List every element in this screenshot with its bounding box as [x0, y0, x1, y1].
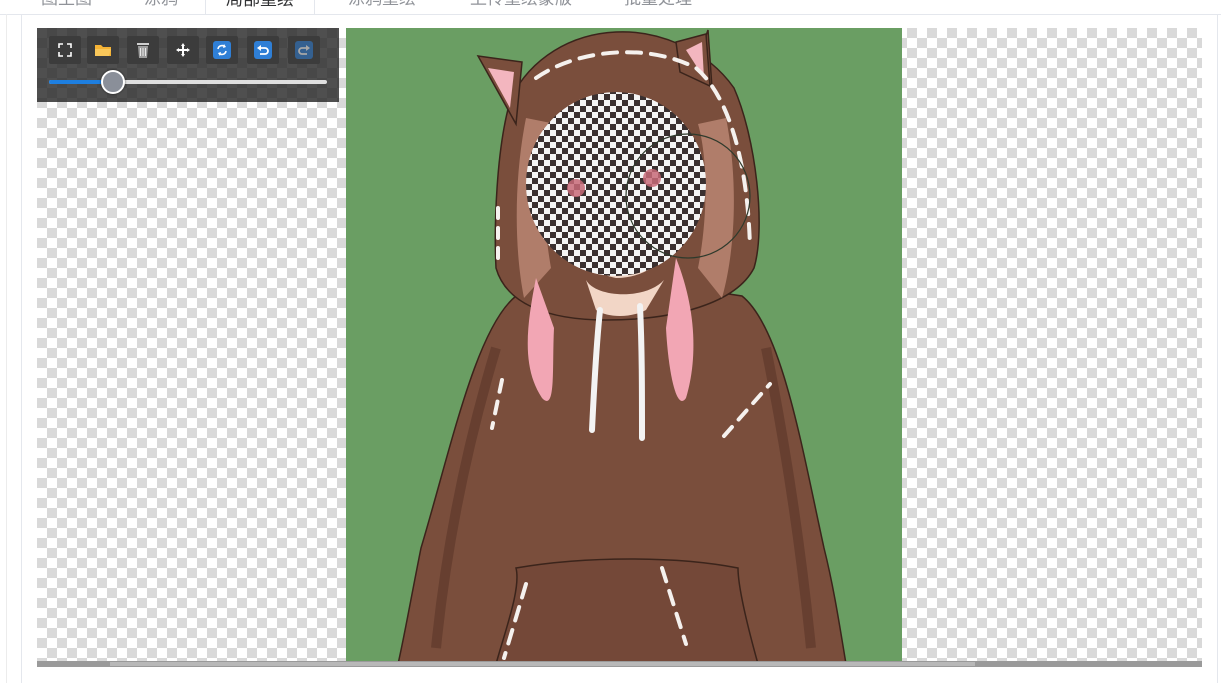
tab-img2img[interactable]: 图生图 — [21, 0, 112, 15]
tab-bar: 图生图 涂鸦 局部重绘 涂鸦重绘 上传重绘蒙版 批量处理 — [0, 0, 1221, 16]
tab-sketch[interactable]: 涂鸦 — [124, 0, 198, 15]
refresh-icon — [213, 41, 231, 59]
reset-button[interactable] — [206, 36, 238, 64]
clear-button[interactable] — [127, 36, 159, 64]
undo-icon — [254, 41, 272, 59]
redo-icon — [295, 41, 313, 59]
fullscreen-button[interactable] — [49, 36, 81, 64]
open-file-button[interactable] — [87, 36, 119, 64]
folder-icon — [95, 45, 111, 56]
horizontal-scrollbar[interactable] — [37, 661, 1202, 667]
source-image[interactable] — [346, 28, 902, 664]
move-button[interactable] — [167, 36, 199, 64]
tab-batch[interactable]: 批量处理 — [604, 0, 712, 15]
trash-icon — [137, 43, 149, 58]
redo-button[interactable] — [288, 36, 320, 64]
scrollbar-thumb[interactable] — [110, 662, 975, 666]
tab-inpaint-upload[interactable]: 上传重绘蒙版 — [450, 0, 592, 15]
fullscreen-icon — [58, 43, 72, 57]
slider-thumb[interactable] — [100, 70, 125, 94]
undo-button[interactable] — [247, 36, 279, 64]
move-icon — [176, 43, 190, 57]
brush-size-slider[interactable] — [49, 68, 327, 96]
inpaint-canvas[interactable] — [37, 28, 1202, 664]
canvas-toolbar — [37, 28, 339, 102]
divider — [6, 14, 7, 683]
tab-inpaint-sketch[interactable]: 涂鸦重绘 — [328, 0, 436, 15]
